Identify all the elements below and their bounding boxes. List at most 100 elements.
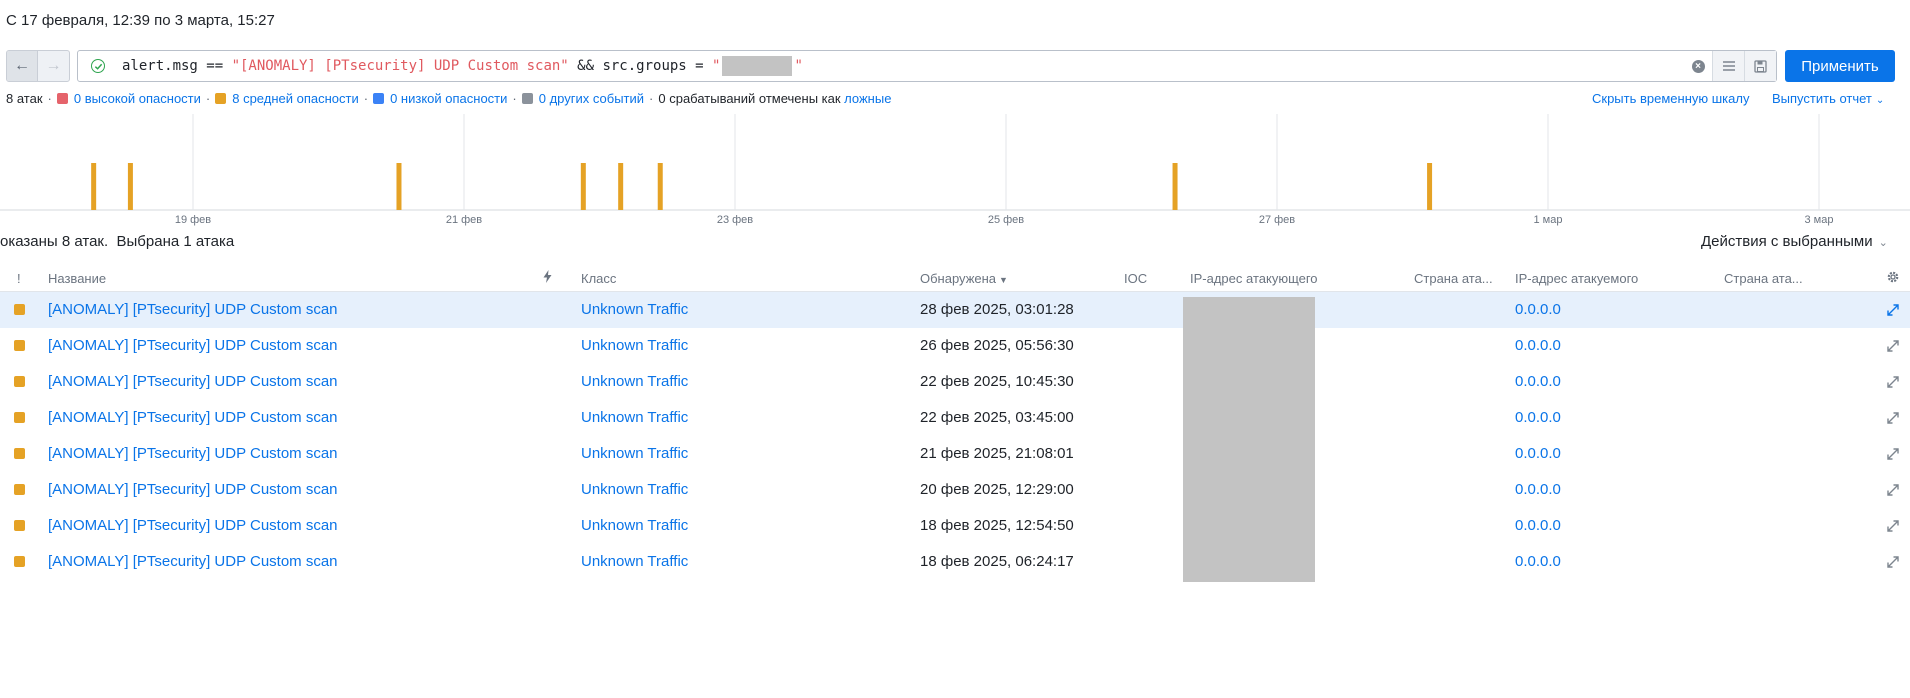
timeline-tick-label: 25 фев [988, 214, 1024, 226]
forward-arrow-icon[interactable]: → [38, 51, 69, 81]
col-name[interactable]: Название [48, 271, 106, 286]
false-positive-link[interactable]: ложные [844, 91, 891, 106]
expand-icon[interactable] [1885, 302, 1901, 318]
report-label: Выпустить отчет [1772, 91, 1872, 106]
target-ip-link[interactable]: 0.0.0.0 [1515, 517, 1561, 534]
expand-icon[interactable] [1885, 338, 1901, 354]
table-row[interactable]: [ANOMALY] [PTsecurity] UDP Custom scan Un… [0, 544, 1910, 580]
attack-name-link[interactable]: [ANOMALY] [PTsecurity] UDP Custom scan [48, 481, 338, 498]
target-ip-link[interactable]: 0.0.0.0 [1515, 301, 1561, 318]
table-row[interactable]: [ANOMALY] [PTsecurity] UDP Custom scan Un… [0, 436, 1910, 472]
filter-other-link[interactable]: 0 других событий [539, 91, 644, 106]
medium-severity-square-icon [14, 448, 25, 459]
history-nav: ← → [6, 50, 70, 82]
medium-severity-square-icon [14, 376, 25, 387]
medium-severity-square-icon [215, 93, 227, 104]
table-row[interactable]: [ANOMALY] [PTsecurity] UDP Custom scan Un… [0, 508, 1910, 544]
report-dropdown[interactable]: Выпустить отчет ⌄ [1772, 91, 1884, 106]
timeline-tick-label: 21 фев [446, 214, 482, 226]
redacted-value [722, 56, 793, 76]
detected-time: 18 фев 2025, 06:24:17 [920, 553, 1074, 570]
false-positive-text: 0 срабатываний отмечены как [658, 91, 841, 106]
timeline-event-bar[interactable] [657, 163, 663, 210]
timeline-event-bar[interactable] [396, 163, 402, 210]
timeline-tick-label: 19 фев [175, 214, 211, 226]
table-row[interactable]: [ANOMALY] [PTsecurity] UDP Custom scan Un… [0, 292, 1910, 328]
expand-icon[interactable] [1885, 554, 1901, 570]
attack-name-link[interactable]: [ANOMALY] [PTsecurity] UDP Custom scan [48, 445, 338, 462]
gear-icon[interactable] [1886, 270, 1900, 287]
attack-count: 8 атак [6, 91, 43, 106]
attack-class-link[interactable]: Unknown Traffic [581, 337, 688, 354]
col-detected[interactable]: Обнаружена ▼ [920, 271, 1008, 286]
attack-class-link[interactable]: Unknown Traffic [581, 517, 688, 534]
filter-medium-link[interactable]: 8 средней опасности [232, 91, 359, 106]
query-input[interactable]: alert.msg == "[ANOMALY] [PTsecurity] UDP… [77, 50, 1777, 82]
timeline-tick-label: 1 мар [1534, 214, 1563, 226]
selected-text: Выбрана 1 атака [116, 233, 235, 250]
attack-class-link[interactable]: Unknown Traffic [581, 373, 688, 390]
attack-class-link[interactable]: Unknown Traffic [581, 409, 688, 426]
col-src-country[interactable]: Страна ата... [1414, 271, 1493, 286]
back-arrow-icon[interactable]: ← [7, 51, 39, 81]
time-period[interactable]: С 17 февраля, 12:39 по 3 марта, 15:27 [6, 12, 275, 29]
target-ip-link[interactable]: 0.0.0.0 [1515, 409, 1561, 426]
save-icon[interactable] [1744, 51, 1776, 81]
table-row[interactable]: [ANOMALY] [PTsecurity] UDP Custom scan Un… [0, 364, 1910, 400]
target-ip-link[interactable]: 0.0.0.0 [1515, 445, 1561, 462]
timeline-tick-label: 27 фев [1259, 214, 1295, 226]
timeline-event-bar[interactable] [1172, 163, 1178, 210]
apply-button[interactable]: Применить [1785, 50, 1895, 82]
hide-timeline-link[interactable]: Скрыть временную шкалу [1592, 91, 1749, 106]
detected-time: 21 фев 2025, 21:08:01 [920, 445, 1074, 462]
sort-desc-icon: ▼ [999, 275, 1008, 285]
timeline-event-bar[interactable] [580, 163, 586, 210]
expand-icon[interactable] [1885, 410, 1901, 426]
attack-class-link[interactable]: Unknown Traffic [581, 481, 688, 498]
shown-text: оказаны 8 атак. [0, 233, 109, 250]
detected-time: 18 фев 2025, 12:54:50 [920, 517, 1074, 534]
detected-time: 26 фев 2025, 05:56:30 [920, 337, 1074, 354]
attack-class-link[interactable]: Unknown Traffic [581, 445, 688, 462]
attack-name-link[interactable]: [ANOMALY] [PTsecurity] UDP Custom scan [48, 373, 338, 390]
table-row[interactable]: [ANOMALY] [PTsecurity] UDP Custom scan Un… [0, 400, 1910, 436]
timeline-event-bar[interactable] [127, 163, 133, 210]
timeline-event-bar[interactable] [91, 163, 97, 210]
lightning-icon[interactable] [543, 270, 552, 286]
timeline-event-bar[interactable] [618, 163, 624, 210]
attack-name-link[interactable]: [ANOMALY] [PTsecurity] UDP Custom scan [48, 301, 338, 318]
expand-icon[interactable] [1885, 482, 1901, 498]
col-severity[interactable]: ! [17, 271, 21, 286]
col-src-ip[interactable]: IP-адрес атакующего [1190, 271, 1318, 286]
timeline-event-bar[interactable] [1427, 163, 1433, 210]
clear-icon[interactable]: × [1684, 51, 1712, 81]
expand-icon[interactable] [1885, 518, 1901, 534]
col-ioc[interactable]: IOC [1124, 271, 1147, 286]
expand-icon[interactable] [1885, 374, 1901, 390]
target-ip-link[interactable]: 0.0.0.0 [1515, 337, 1561, 354]
query-text[interactable]: alert.msg == "[ANOMALY] [PTsecurity] UDP… [122, 56, 803, 76]
target-ip-link[interactable]: 0.0.0.0 [1515, 373, 1561, 390]
target-ip-link[interactable]: 0.0.0.0 [1515, 481, 1561, 498]
attack-class-link[interactable]: Unknown Traffic [581, 301, 688, 318]
col-class[interactable]: Класс [581, 271, 616, 286]
attack-name-link[interactable]: [ANOMALY] [PTsecurity] UDP Custom scan [48, 553, 338, 570]
filter-high-link[interactable]: 0 высокой опасности [74, 91, 201, 106]
bulk-actions-dropdown[interactable]: Действия с выбранными ⌄ [1701, 233, 1888, 250]
timeline-chart[interactable]: 19 фев 21 фев 23 фев 25 фев 27 фев 1 мар 3 мар [0, 114, 1910, 226]
expand-icon[interactable] [1885, 446, 1901, 462]
col-dst-ip[interactable]: IP-адрес атакуемого [1515, 271, 1638, 286]
table-row[interactable]: [ANOMALY] [PTsecurity] UDP Custom scan Un… [0, 472, 1910, 508]
medium-severity-square-icon [14, 304, 25, 315]
target-ip-link[interactable]: 0.0.0.0 [1515, 553, 1561, 570]
col-detected-label: Обнаружена [920, 271, 997, 286]
menu-icon[interactable] [1712, 51, 1744, 81]
table-row[interactable]: [ANOMALY] [PTsecurity] UDP Custom scan Un… [0, 328, 1910, 364]
attack-name-link[interactable]: [ANOMALY] [PTsecurity] UDP Custom scan [48, 337, 338, 354]
filter-low-link[interactable]: 0 низкой опасности [390, 91, 507, 106]
redacted-attacker-ip [1183, 297, 1315, 582]
col-dst-country[interactable]: Страна ата... [1724, 271, 1803, 286]
attack-name-link[interactable]: [ANOMALY] [PTsecurity] UDP Custom scan [48, 409, 338, 426]
attack-class-link[interactable]: Unknown Traffic [581, 553, 688, 570]
attack-name-link[interactable]: [ANOMALY] [PTsecurity] UDP Custom scan [48, 517, 338, 534]
